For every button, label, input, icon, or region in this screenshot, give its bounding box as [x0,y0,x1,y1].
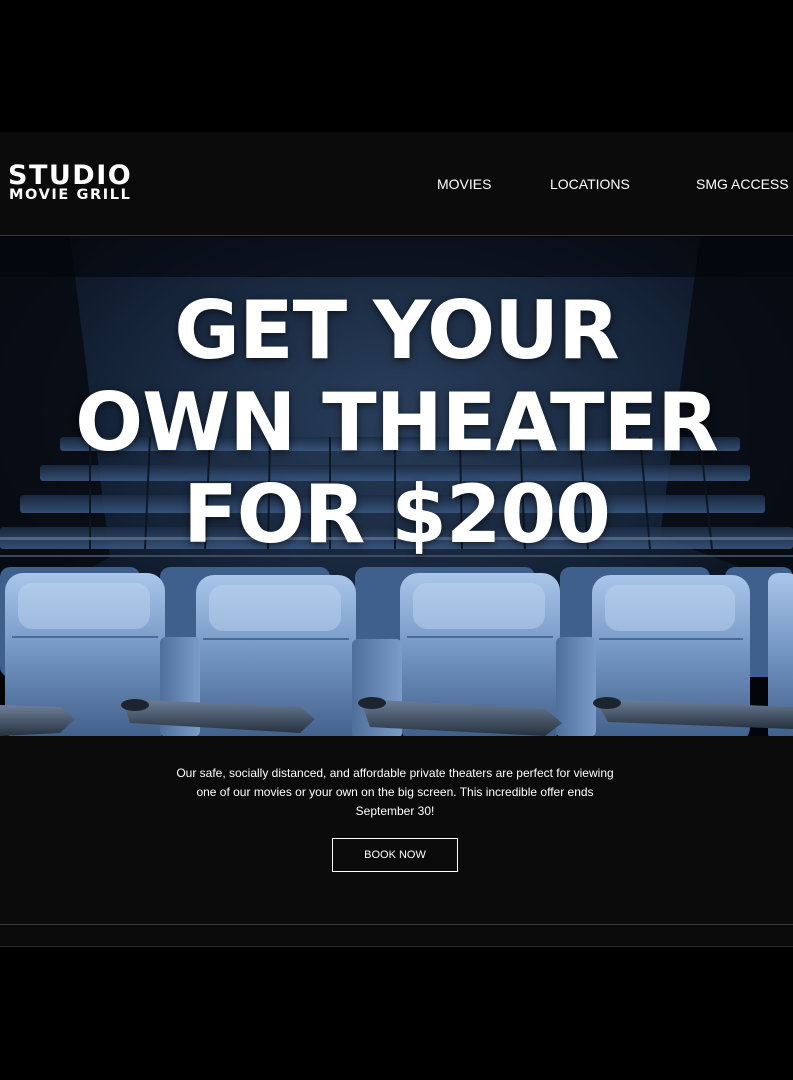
headline-line-2: OWN THEATER [75,376,719,469]
studio-movie-grill-logo[interactable]: STUDIO MOVIE GRILL [8,162,153,206]
nav-movies[interactable]: MOVIES [437,176,491,192]
logo-line-2: MOVIE GRILL [9,187,132,203]
hero-headline: GET YOUR OWN THEATER FOR $200 [0,285,793,561]
book-now-button[interactable]: BOOK NOW [332,838,458,872]
site-header: STUDIO MOVIE GRILL [0,132,793,236]
nav-smg-access[interactable]: SMG ACCESS [696,176,789,192]
footer-divider [0,925,793,947]
promo-section: Our safe, socially distanced, and afford… [0,736,793,925]
logo-line-1: STUDIO [8,160,133,191]
hero-banner: GET YOUR OWN THEATER FOR $200 [0,237,793,736]
headline-line-3: FOR $200 [183,468,611,561]
top-margin [0,0,793,132]
promo-description: Our safe, socially distanced, and afford… [176,766,614,818]
headline-line-1: GET YOUR [174,284,619,377]
nav-locations[interactable]: LOCATIONS [550,176,630,192]
